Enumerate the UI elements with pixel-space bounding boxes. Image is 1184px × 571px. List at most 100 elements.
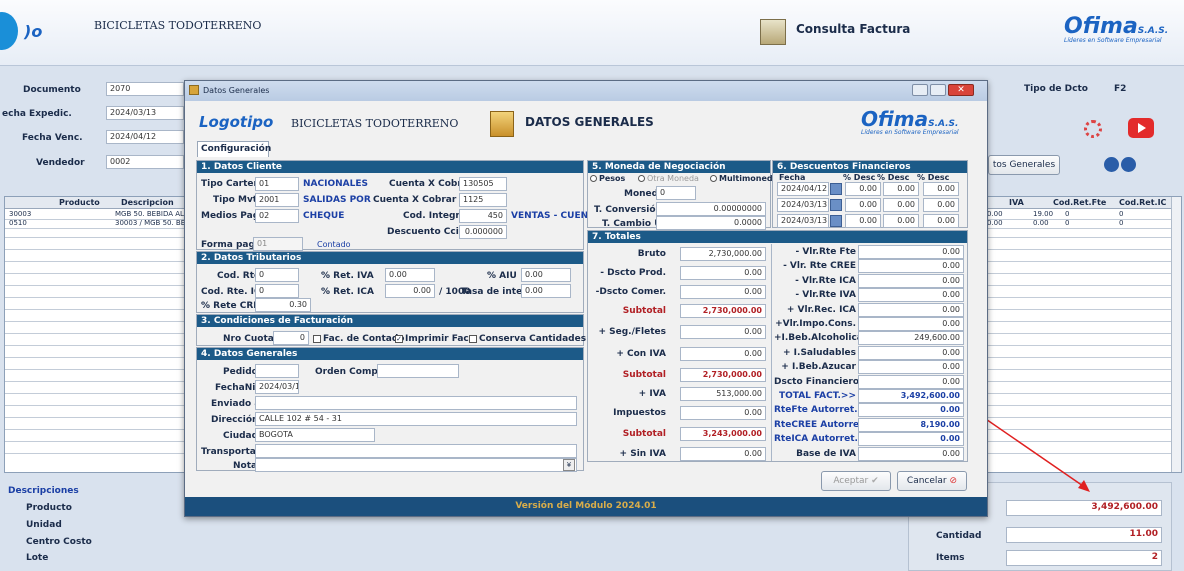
ret-ica-field[interactable]: 0.00 (385, 284, 435, 298)
calendar-icon[interactable] (830, 215, 842, 227)
col-header-cod-ret-fte[interactable]: Cod.Ret.Fte (1053, 198, 1106, 207)
ciudad-label: Ciudad (223, 431, 259, 441)
t-cambio-field[interactable]: 0.0000 (656, 216, 766, 230)
desc-2-3[interactable]: 0.00 (923, 198, 959, 212)
section-condiciones: 3. Condiciones de Facturación (197, 315, 583, 327)
multimoneda-radio[interactable]: Multimoneda (710, 174, 778, 183)
calendar-icon[interactable] (830, 199, 842, 211)
pedido-field[interactable] (255, 364, 299, 378)
fecha-expedic-field[interactable]: 2024/03/13 (106, 106, 184, 120)
left-total-label: + Con IVA (616, 349, 666, 359)
col-header-cod-ret-ic[interactable]: Cod.Ret.IC (1119, 198, 1166, 207)
brand-logo: OfimaS.A.S. Líderes en Software Empresar… (1064, 14, 1169, 44)
imprimir-fac-checkbox[interactable]: ✓ Imprimir Fac. (395, 334, 472, 344)
desc-1-3[interactable]: 0.00 (923, 182, 959, 196)
fecha-expedic-label: echa Expedic. (2, 109, 72, 119)
transporta-field[interactable] (255, 444, 577, 458)
section-datos-generales: 4. Datos Generales (197, 348, 583, 360)
ciudad-field[interactable]: BOGOTA (255, 428, 375, 442)
right-total-label: RteFte Autorret. (774, 405, 858, 416)
orden-compra-field[interactable] (377, 364, 459, 378)
calendar-icon[interactable] (830, 183, 842, 195)
cxc-nif-field[interactable]: 1125 (459, 193, 507, 207)
col-header-descripcion[interactable]: Descripcion (121, 198, 174, 207)
vendedor-label: Vendedor (36, 158, 85, 168)
left-total-value: 2,730,000.00 (680, 247, 766, 261)
right-total-label: + Vlr.Rec. ICA (786, 304, 856, 315)
fecha-nif-label: FechaNif (215, 383, 260, 393)
aiu-field[interactable]: 0.00 (521, 268, 571, 282)
close-button[interactable]: ✕ (948, 84, 974, 96)
forma-pago-field: 01 (253, 237, 303, 251)
otra-moneda-radio[interactable]: Otra Moneda (638, 174, 699, 183)
aceptar-button[interactable]: Aceptar ✔ (821, 471, 891, 491)
tab-configuracion[interactable]: Configuración (197, 141, 271, 157)
cod-integra-field[interactable]: 450 (459, 209, 507, 223)
minimize-button[interactable] (912, 84, 928, 96)
t-conversion-field[interactable]: 0.00000000 (656, 202, 766, 216)
maximize-button[interactable] (930, 84, 946, 96)
desc-1-1[interactable]: 0.00 (845, 182, 881, 196)
transporta-label: Transporta. (201, 447, 260, 457)
nota-field[interactable] (255, 458, 577, 472)
col-header-producto[interactable]: Producto (59, 198, 100, 207)
moneda-panel: 5. Moneda de Negociación Pesos Otra Mone… (587, 160, 778, 230)
enviado-field[interactable] (255, 396, 577, 410)
documento-field[interactable]: 2070 (106, 82, 184, 96)
cxc-field[interactable]: 130505 (459, 177, 507, 191)
next-icon[interactable] (1121, 157, 1136, 172)
fecha-venc-label: Fecha Venc. (22, 133, 83, 143)
desc-3-1[interactable]: 0.00 (845, 214, 881, 228)
dialog-logotipo: Logotipo (199, 113, 274, 131)
company-name: BICICLETAS TODOTERRENO (94, 19, 262, 32)
cantidad-field: 11.00 (1006, 527, 1162, 543)
pedido-label: Pedido (223, 367, 258, 377)
desc-3-2[interactable]: 0.00 (883, 214, 919, 228)
datos-generales-button[interactable]: tos Generales (988, 155, 1060, 175)
desc-ccial-label: Descuento Ccial (387, 227, 468, 237)
cod-rte-field[interactable]: 0 (255, 268, 299, 282)
right-total-value: 0.00 (858, 345, 964, 360)
vendedor-field[interactable]: 0002 (106, 155, 184, 169)
right-total-value: 3,492,600.00 (858, 389, 964, 403)
col-header-iva[interactable]: IVA (1009, 198, 1024, 207)
left-total-value: 0.00 (680, 447, 766, 461)
medios-pago-field[interactable]: 02 (255, 209, 299, 223)
desc-header-2: % Desc (877, 173, 910, 182)
dialog-heading: DATOS GENERALES (525, 115, 654, 129)
desc-2-1[interactable]: 0.00 (845, 198, 881, 212)
desc-fecha-1[interactable]: 2024/04/12 (777, 182, 829, 196)
medios-pago-desc: CHEQUE (303, 211, 345, 221)
rete-cree-field[interactable]: 0.30 (255, 298, 311, 312)
cod-rte-ica-field[interactable]: 0 (255, 284, 299, 298)
scrollbar[interactable] (1171, 197, 1181, 472)
fecha-venc-field[interactable]: 2024/04/12 (106, 130, 184, 144)
desc-1-2[interactable]: 0.00 (883, 182, 919, 196)
moneda-field[interactable]: 0 (656, 186, 696, 200)
pesos-radio[interactable]: Pesos (590, 174, 625, 183)
tasa-field[interactable]: 0.00 (521, 284, 571, 298)
direccion-label: Dirección (211, 415, 259, 425)
desc-ccial-field[interactable]: 0.000000 (459, 225, 507, 239)
desc-header-fecha: Fecha (779, 173, 806, 182)
direccion-field[interactable]: CALLE 102 # 54 - 31 (255, 412, 577, 426)
cancelar-button[interactable]: Cancelar ⊘ (897, 471, 967, 491)
fac-contado-checkbox[interactable]: Fac. de Contado (313, 334, 404, 344)
settings-icon[interactable] (1084, 120, 1102, 138)
nro-cuotas-field[interactable]: 0 (273, 331, 309, 345)
section-totales: 7. Totales (588, 231, 967, 243)
dialog-titlebar[interactable]: Datos Generales ✕ (185, 81, 987, 101)
tipo-mvto-field[interactable]: 2001 (255, 193, 299, 207)
desc-2-2[interactable]: 0.00 (883, 198, 919, 212)
desc-fecha-3[interactable]: 2024/03/13 (777, 214, 829, 228)
nota-expand-icon[interactable]: ¥ (563, 459, 575, 471)
right-total-label: Base de IVA (796, 448, 856, 459)
fecha-nif-field[interactable]: 2024/03/1: (255, 380, 299, 394)
attach-icon[interactable] (1104, 157, 1119, 172)
right-total-label: RteICA Autorret. (774, 434, 858, 445)
desc-3-3[interactable]: 0.00 (923, 214, 959, 228)
section-datos-cliente: 1. Datos Cliente (197, 161, 583, 173)
ret-iva-field[interactable]: 0.00 (385, 268, 435, 282)
desc-fecha-2[interactable]: 2024/03/13 (777, 198, 829, 212)
tipo-cartera-field[interactable]: 01 (255, 177, 299, 191)
